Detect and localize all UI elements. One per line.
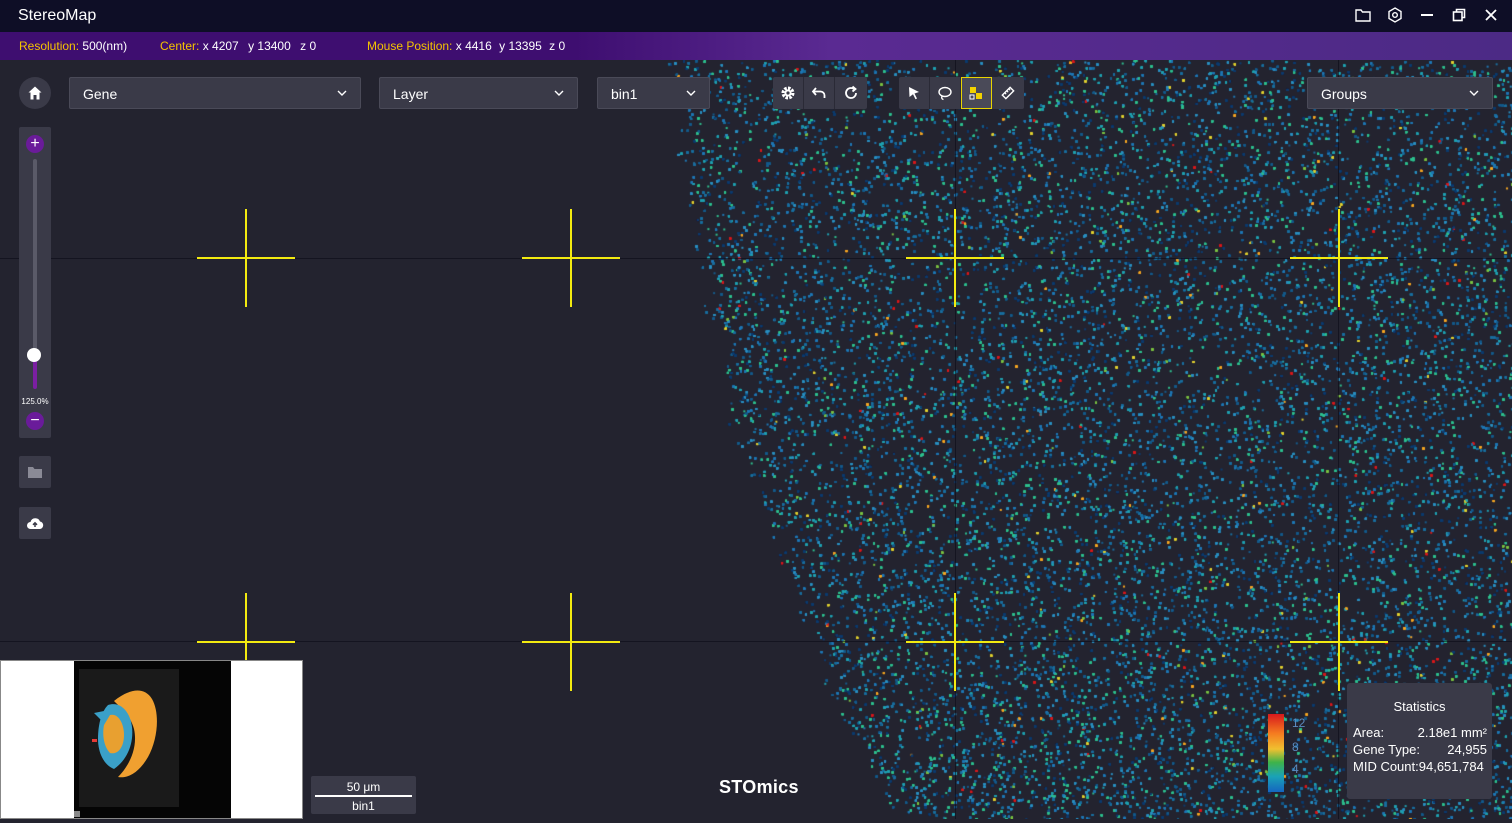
open-file-button[interactable] xyxy=(19,456,51,488)
chevron-down-icon xyxy=(337,90,347,96)
grid-line xyxy=(1338,60,1339,819)
legend-tick: 12 xyxy=(1292,716,1306,730)
edit-toolbar xyxy=(773,77,867,109)
window-controls xyxy=(1354,6,1500,24)
undo-icon xyxy=(811,87,826,98)
lasso-tool[interactable] xyxy=(930,77,961,109)
cursor-icon xyxy=(909,87,919,100)
center-z: z 0 xyxy=(300,39,317,53)
folder-icon xyxy=(28,467,42,478)
undo-button[interactable] xyxy=(804,77,835,109)
crosshair-marker xyxy=(1290,593,1388,691)
ruler-icon xyxy=(1000,86,1015,100)
home-button[interactable] xyxy=(19,77,51,109)
scale-bin: bin1 xyxy=(352,799,375,813)
pointer-tool[interactable] xyxy=(899,77,930,109)
gear-icon xyxy=(781,86,795,100)
stat-gene-type-label: Gene Type: xyxy=(1353,742,1420,757)
mouse-z: z 0 xyxy=(549,39,566,53)
resolution-readout: Resolution: 500(nm) xyxy=(19,39,127,53)
crosshair-marker xyxy=(522,593,620,691)
scale-length: 50 μm xyxy=(346,780,381,794)
mouse-y: y 13395 xyxy=(499,39,542,53)
crosshair-marker xyxy=(906,593,1004,691)
statistics-panel: Statistics Area: 2.18e1 mm² Gene Type: 2… xyxy=(1347,683,1492,799)
gene-select-value: Gene xyxy=(83,86,118,102)
region-select-tool[interactable] xyxy=(961,77,992,109)
ruler-tool[interactable] xyxy=(992,77,1023,109)
groups-select-value: Groups xyxy=(1321,86,1367,102)
color-legend xyxy=(1268,714,1284,792)
grid-line xyxy=(955,60,956,819)
region-select-icon xyxy=(969,87,982,100)
lasso-icon xyxy=(938,86,952,101)
mouse-x: x 4416 xyxy=(455,39,492,53)
stat-mid-count-value: 94,651,784 xyxy=(1418,759,1484,774)
chevron-down-icon xyxy=(686,90,696,96)
stat-area-label: Area: xyxy=(1353,725,1385,740)
center-x: x 4207 xyxy=(202,39,239,53)
layer-select[interactable]: Layer xyxy=(379,77,578,109)
close-icon[interactable] xyxy=(1482,6,1500,24)
mouse-position-readout: Mouse Position: x 4416 y 13395 z 0 xyxy=(367,39,565,53)
legend-tick: 4 xyxy=(1292,762,1299,776)
redo-button[interactable] xyxy=(835,77,866,109)
zoom-in-button[interactable]: + xyxy=(26,135,44,153)
stat-mid-count: MID Count: 94,651,784 xyxy=(1353,759,1487,774)
statistics-title: Statistics xyxy=(1393,699,1446,714)
minimap-image xyxy=(74,661,231,818)
crosshair-marker xyxy=(906,209,1004,307)
upload-button[interactable] xyxy=(19,507,51,539)
layer-select-value: Layer xyxy=(393,86,429,102)
refresh-icon xyxy=(844,85,857,99)
center-y: y 13400 xyxy=(248,39,291,53)
app-title: StereoMap xyxy=(18,7,97,24)
groups-select[interactable]: Groups xyxy=(1307,77,1493,109)
crosshair-marker xyxy=(1290,209,1388,307)
zoom-percent: 125.0% xyxy=(21,397,49,406)
stat-mid-count-label: MID Count: xyxy=(1353,759,1419,774)
settings-icon[interactable] xyxy=(1386,6,1404,24)
mouse-position-label: Mouse Position: xyxy=(367,39,453,53)
stat-gene-type-value: 24,955 xyxy=(1447,742,1487,757)
center-readout: Center: x 4207 y 13400 z 0 xyxy=(160,39,316,53)
minimize-icon[interactable] xyxy=(1418,6,1436,24)
stat-area: Area: 2.18e1 mm² xyxy=(1353,725,1487,740)
home-icon xyxy=(28,86,42,100)
selection-toolbar xyxy=(899,77,1024,109)
stomics-logo: STOmics xyxy=(719,777,799,797)
bin-select[interactable]: bin1 xyxy=(597,77,710,109)
overview-minimap[interactable] xyxy=(0,660,303,819)
legend-tick: 8 xyxy=(1292,740,1299,754)
gene-select[interactable]: Gene xyxy=(69,77,361,109)
zoom-control: + 125.0% − xyxy=(19,127,51,438)
crosshair-marker xyxy=(522,209,620,307)
cloud-upload-icon xyxy=(27,518,44,529)
scale-bar: 50 μm bin1 xyxy=(311,776,416,814)
resolution-value: 500(nm) xyxy=(82,39,128,53)
folder-icon[interactable] xyxy=(1354,6,1372,24)
zoom-out-button[interactable]: − xyxy=(26,412,44,430)
crosshair-marker xyxy=(197,209,295,307)
chevron-down-icon xyxy=(1469,90,1479,96)
scale-line xyxy=(315,795,412,797)
restore-icon[interactable] xyxy=(1450,6,1468,24)
bin-select-value: bin1 xyxy=(611,86,638,102)
resolution-label: Resolution: xyxy=(19,39,80,53)
title-bar: StereoMap xyxy=(0,0,1512,32)
info-bar: Resolution: 500(nm) Center: x 4207 y 134… xyxy=(0,32,1512,60)
zoom-slider-handle[interactable] xyxy=(27,348,41,362)
center-label: Center: xyxy=(160,39,200,53)
settings-button[interactable] xyxy=(773,77,804,109)
stat-gene-type: Gene Type: 24,955 xyxy=(1353,742,1487,757)
stat-area-value: 2.18e1 mm² xyxy=(1417,725,1487,740)
chevron-down-icon xyxy=(554,90,564,96)
